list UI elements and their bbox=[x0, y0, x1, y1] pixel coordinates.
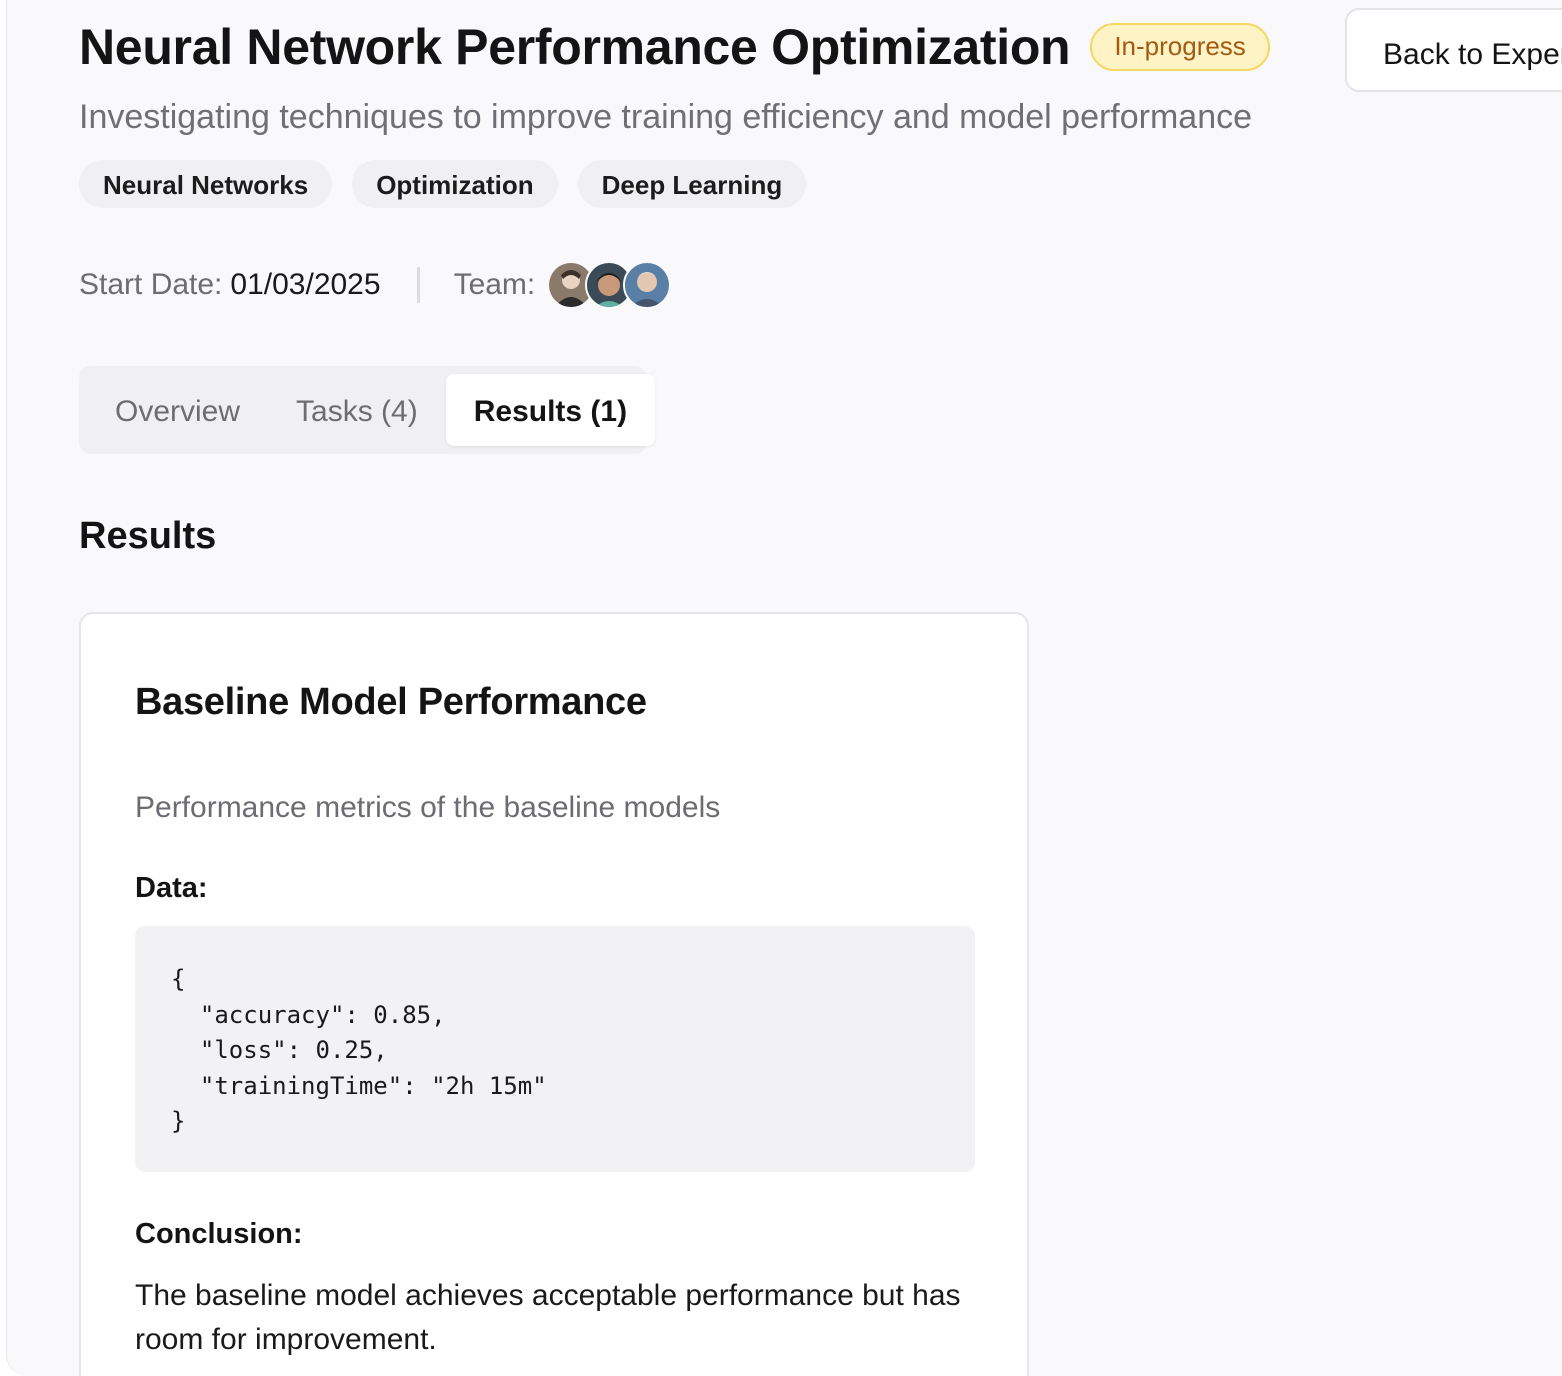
tag-optimization: Optimization bbox=[352, 160, 558, 208]
team-label: Team: bbox=[453, 268, 536, 301]
result-title: Baseline Model Performance bbox=[135, 681, 647, 723]
result-description: Performance metrics of the baseline mode… bbox=[135, 791, 721, 824]
results-heading: Results bbox=[79, 515, 217, 557]
tab-tasks[interactable]: Tasks (4) bbox=[268, 374, 446, 446]
avatar[interactable] bbox=[623, 261, 672, 309]
start-date-label: Start Date: bbox=[79, 268, 223, 301]
meta-divider bbox=[416, 267, 420, 303]
tag-deep-learning: Deep Learning bbox=[577, 160, 807, 208]
page-subtitle: Investigating techniques to improve trai… bbox=[79, 98, 1253, 136]
tab-results[interactable]: Results (1) bbox=[445, 374, 656, 446]
title-row: Neural Network Performance Optimization … bbox=[79, 12, 1270, 82]
tab-list: Overview Tasks (4) Results (1) bbox=[79, 366, 656, 454]
conclusion-label: Conclusion: bbox=[135, 1218, 303, 1250]
tab-overview[interactable]: Overview bbox=[87, 374, 268, 446]
result-card: Baseline Model Performance Performance m… bbox=[79, 612, 1029, 1376]
meta-row: Start Date: 01/03/2025 Team: bbox=[79, 260, 672, 310]
conclusion-text: The baseline model achieves acceptable p… bbox=[135, 1279, 961, 1356]
tag-list: Neural Networks Optimization Deep Learni… bbox=[79, 160, 807, 208]
status-badge: In-progress bbox=[1090, 23, 1270, 71]
experiment-detail-page: Neural Network Performance Optimization … bbox=[6, 0, 1562, 1376]
tag-neural-networks: Neural Networks bbox=[79, 160, 333, 208]
start-date-value: 01/03/2025 bbox=[230, 268, 381, 301]
page-title: Neural Network Performance Optimization bbox=[79, 19, 1071, 75]
team-avatars bbox=[547, 261, 672, 309]
result-data-code: { "accuracy": 0.85, "loss": 0.25, "train… bbox=[135, 926, 975, 1172]
data-label: Data: bbox=[135, 872, 208, 904]
back-to-experiments-button[interactable]: Back to Experiments bbox=[1345, 8, 1562, 92]
